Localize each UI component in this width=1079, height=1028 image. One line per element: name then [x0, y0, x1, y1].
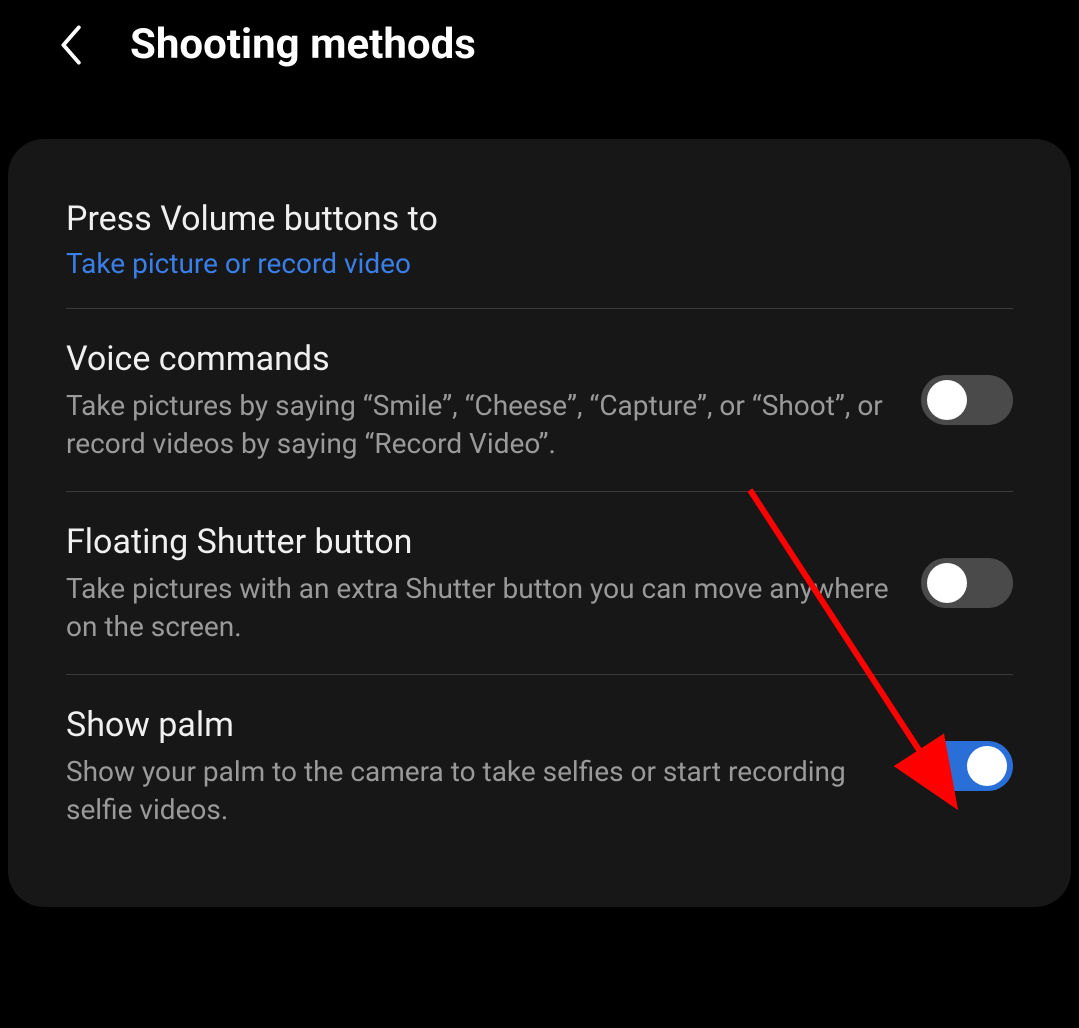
- toggle-knob: [927, 563, 967, 603]
- setting-desc: Take pictures with an extra Shutter butt…: [66, 570, 891, 646]
- setting-title: Show palm: [66, 703, 891, 747]
- show-palm-toggle[interactable]: [921, 741, 1013, 791]
- setting-desc: Show your palm to the camera to take sel…: [66, 753, 891, 829]
- volume-buttons-setting[interactable]: Press Volume buttons to Take picture or …: [8, 169, 1071, 308]
- settings-panel: Press Volume buttons to Take picture or …: [8, 139, 1071, 907]
- floating-shutter-setting[interactable]: Floating Shutter button Take pictures wi…: [8, 492, 1071, 674]
- setting-desc: Take pictures by saying “Smile”, “Cheese…: [66, 387, 891, 463]
- floating-shutter-toggle[interactable]: [921, 558, 1013, 608]
- setting-text: Voice commands Take pictures by saying “…: [66, 337, 921, 463]
- voice-commands-setting[interactable]: Voice commands Take pictures by saying “…: [8, 309, 1071, 491]
- setting-title: Press Volume buttons to: [66, 197, 983, 241]
- show-palm-setting[interactable]: Show palm Show your palm to the camera t…: [8, 675, 1071, 857]
- voice-commands-toggle[interactable]: [921, 375, 1013, 425]
- setting-title: Voice commands: [66, 337, 891, 381]
- toggle-knob: [967, 746, 1007, 786]
- setting-text: Show palm Show your palm to the camera t…: [66, 703, 921, 829]
- header: Shooting methods: [0, 0, 1079, 89]
- setting-value: Take picture or record video: [66, 247, 983, 280]
- toggle-knob: [927, 380, 967, 420]
- back-icon[interactable]: [50, 25, 90, 65]
- page-title: Shooting methods: [130, 20, 476, 69]
- setting-text: Press Volume buttons to Take picture or …: [66, 197, 1013, 280]
- setting-title: Floating Shutter button: [66, 520, 891, 564]
- setting-text: Floating Shutter button Take pictures wi…: [66, 520, 921, 646]
